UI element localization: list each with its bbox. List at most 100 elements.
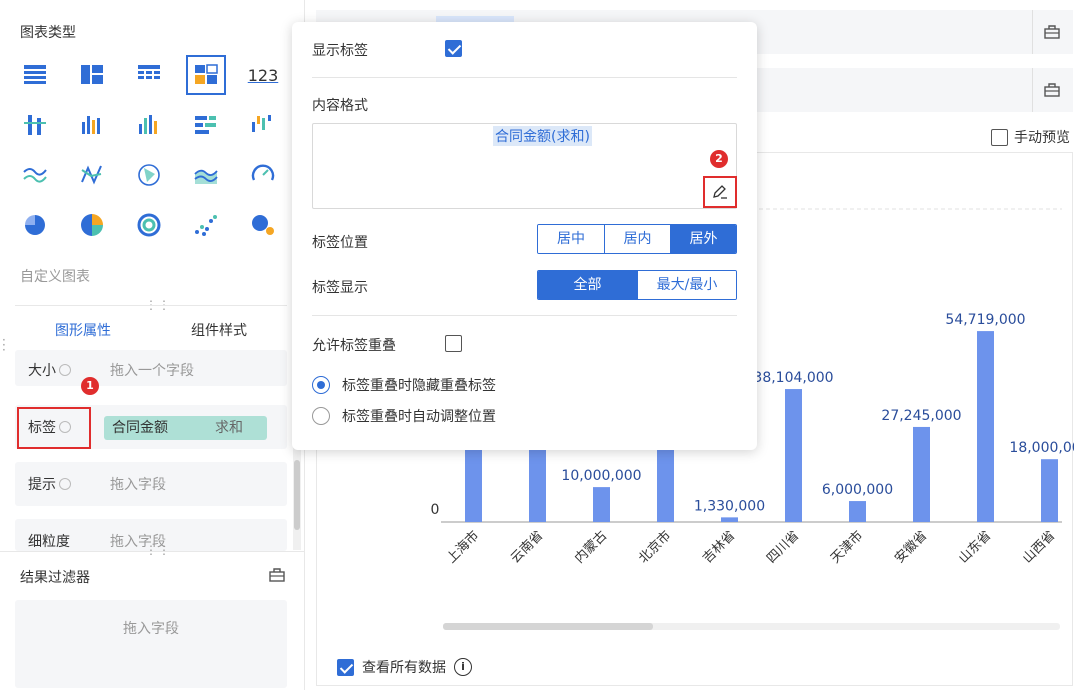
- content-format-label: 内容格式: [312, 98, 368, 114]
- y-tick-label: 0: [431, 502, 440, 518]
- label-position-text: 标签位置: [312, 235, 368, 251]
- kpi-card-icon[interactable]: [186, 55, 226, 95]
- tip-placeholder: 拖入字段: [110, 477, 166, 493]
- bar[interactable]: [721, 517, 738, 522]
- size-label-text: 大小: [28, 363, 56, 379]
- x-tick-label: 四川省: [764, 528, 802, 566]
- size-field[interactable]: 大小 拖入一个字段: [15, 350, 287, 386]
- bar[interactable]: [977, 331, 994, 522]
- left-scrollbar[interactable]: [293, 440, 301, 550]
- edit-button[interactable]: [703, 176, 737, 208]
- left-panel: 图表类型 123 自定义图表 ⋮⋮ 图形属性 组件样式 · · · 大小 拖入一个字…: [0, 0, 305, 690]
- scrollbar-thumb[interactable]: [294, 460, 300, 530]
- gear-icon[interactable]: [59, 478, 71, 490]
- radar-chart-icon[interactable]: [129, 155, 169, 195]
- tab-graph-properties[interactable]: 图形属性: [15, 312, 151, 355]
- bar[interactable]: [785, 389, 802, 522]
- manual-preview-checkbox[interactable]: [991, 128, 1008, 146]
- pill-field-name: 合同金额: [112, 420, 168, 436]
- view-all-checkbox[interactable]: [337, 658, 354, 676]
- divider: [15, 305, 287, 306]
- radio-button[interactable]: [312, 407, 330, 425]
- radio-hide-overlap[interactable]: 标签重叠时隐藏重叠标签: [312, 375, 496, 395]
- tip-field[interactable]: 提示 拖入字段: [15, 462, 287, 506]
- divider: [312, 315, 737, 316]
- result-filter-title: 结果过滤器: [20, 570, 90, 586]
- bar[interactable]: [849, 501, 866, 522]
- chart-scrollbar-thumb[interactable]: [443, 623, 653, 630]
- scatter-icon[interactable]: [186, 205, 226, 245]
- x-tick-label: 山东省: [956, 528, 994, 566]
- display-all[interactable]: 全部: [538, 271, 637, 299]
- x-tick-label: 云南省: [507, 528, 546, 567]
- waterfall-icon[interactable]: [243, 105, 283, 145]
- bubble-icon[interactable]: [243, 205, 283, 245]
- content-token[interactable]: 合同金额(求和): [493, 126, 592, 146]
- ring-chart-icon[interactable]: [129, 205, 169, 245]
- bar[interactable]: [1041, 459, 1058, 522]
- filter-settings-icon[interactable]: [268, 566, 286, 588]
- number-icon[interactable]: 123: [243, 55, 283, 95]
- x-tick-label: 北京市: [635, 528, 674, 567]
- manual-preview-toggle[interactable]: 手动预览: [991, 127, 1070, 147]
- custom-chart-label[interactable]: 自定义图表: [20, 266, 90, 286]
- position-outside[interactable]: 居外: [670, 225, 736, 253]
- content-format-editor[interactable]: 合同金额(求和): [312, 123, 737, 209]
- granularity-label: 细粒度: [28, 534, 70, 550]
- x-tick-label: 山西省: [1020, 528, 1058, 566]
- view-all-data-toggle[interactable]: 查看所有数据 i: [337, 657, 472, 677]
- label-position-segmented: 居中 居内 居外: [537, 224, 737, 254]
- label-display-text: 标签显示: [312, 280, 368, 296]
- display-max-min[interactable]: 最大/最小: [637, 271, 736, 299]
- tab-component-style[interactable]: 组件样式: [151, 312, 287, 355]
- settings-icon[interactable]: [1043, 23, 1061, 45]
- show-label-checkbox-wrap[interactable]: [445, 40, 462, 57]
- detail-table-icon[interactable]: [72, 55, 112, 95]
- bar-chart-icon[interactable]: [72, 105, 112, 145]
- manual-preview-label: 手动预览: [1014, 130, 1070, 146]
- filter-drop-zone[interactable]: 拖入字段: [15, 600, 287, 688]
- cross-table-icon[interactable]: [129, 55, 169, 95]
- position-inside[interactable]: 居内: [604, 225, 670, 253]
- data-label: 18,000,000: [1009, 440, 1074, 456]
- divider: [312, 77, 737, 78]
- data-label: 1,330,000: [694, 498, 765, 514]
- radio-adjust-overlap[interactable]: 标签重叠时自动调整位置: [312, 406, 496, 426]
- x-tick-label: 安徽省: [892, 528, 930, 566]
- highlight-box-tag: [17, 407, 91, 449]
- gauge-icon[interactable]: [243, 155, 283, 195]
- data-label: 38,104,000: [753, 370, 833, 386]
- bar[interactable]: [913, 426, 930, 522]
- data-label: 6,000,000: [822, 482, 893, 498]
- step-badge-1: 1: [81, 377, 99, 395]
- position-center[interactable]: 居中: [538, 225, 604, 253]
- show-label-checkbox[interactable]: [445, 40, 462, 57]
- pie-chart-icon[interactable]: [15, 205, 55, 245]
- x-tick-label: 吉林省: [700, 528, 738, 566]
- column-chart-icon[interactable]: [129, 105, 169, 145]
- rose-chart-icon[interactable]: [72, 205, 112, 245]
- horizontal-bar-icon[interactable]: [186, 105, 226, 145]
- bar[interactable]: [593, 487, 610, 522]
- settings-icon[interactable]: [1043, 81, 1061, 103]
- line-chart-icon[interactable]: [15, 155, 55, 195]
- allow-overlap-checkbox-wrap[interactable]: [445, 335, 462, 352]
- table-icon[interactable]: [15, 55, 55, 95]
- resize-handle[interactable]: ⋮⋮: [145, 543, 171, 557]
- grouped-bar-icon[interactable]: [15, 105, 55, 145]
- info-icon[interactable]: i: [454, 658, 472, 676]
- data-label: 10,000,000: [561, 468, 641, 484]
- radio-hide-label: 标签重叠时隐藏重叠标签: [342, 378, 496, 394]
- divider: [1032, 68, 1033, 112]
- radar-line-icon[interactable]: [72, 155, 112, 195]
- radio-button[interactable]: [312, 376, 330, 394]
- area-chart-icon[interactable]: [186, 155, 226, 195]
- tip-label: 提示: [28, 474, 71, 494]
- panel-drag-handle[interactable]: · · ·: [2, 334, 6, 356]
- tip-label-text: 提示: [28, 477, 56, 493]
- allow-overlap-checkbox[interactable]: [445, 335, 462, 352]
- contract-amount-pill[interactable]: 合同金额 求和: [104, 416, 267, 440]
- pill-aggregation: 求和: [215, 420, 243, 436]
- gear-icon[interactable]: [59, 364, 71, 376]
- label-display-segmented: 全部 最大/最小: [537, 270, 737, 300]
